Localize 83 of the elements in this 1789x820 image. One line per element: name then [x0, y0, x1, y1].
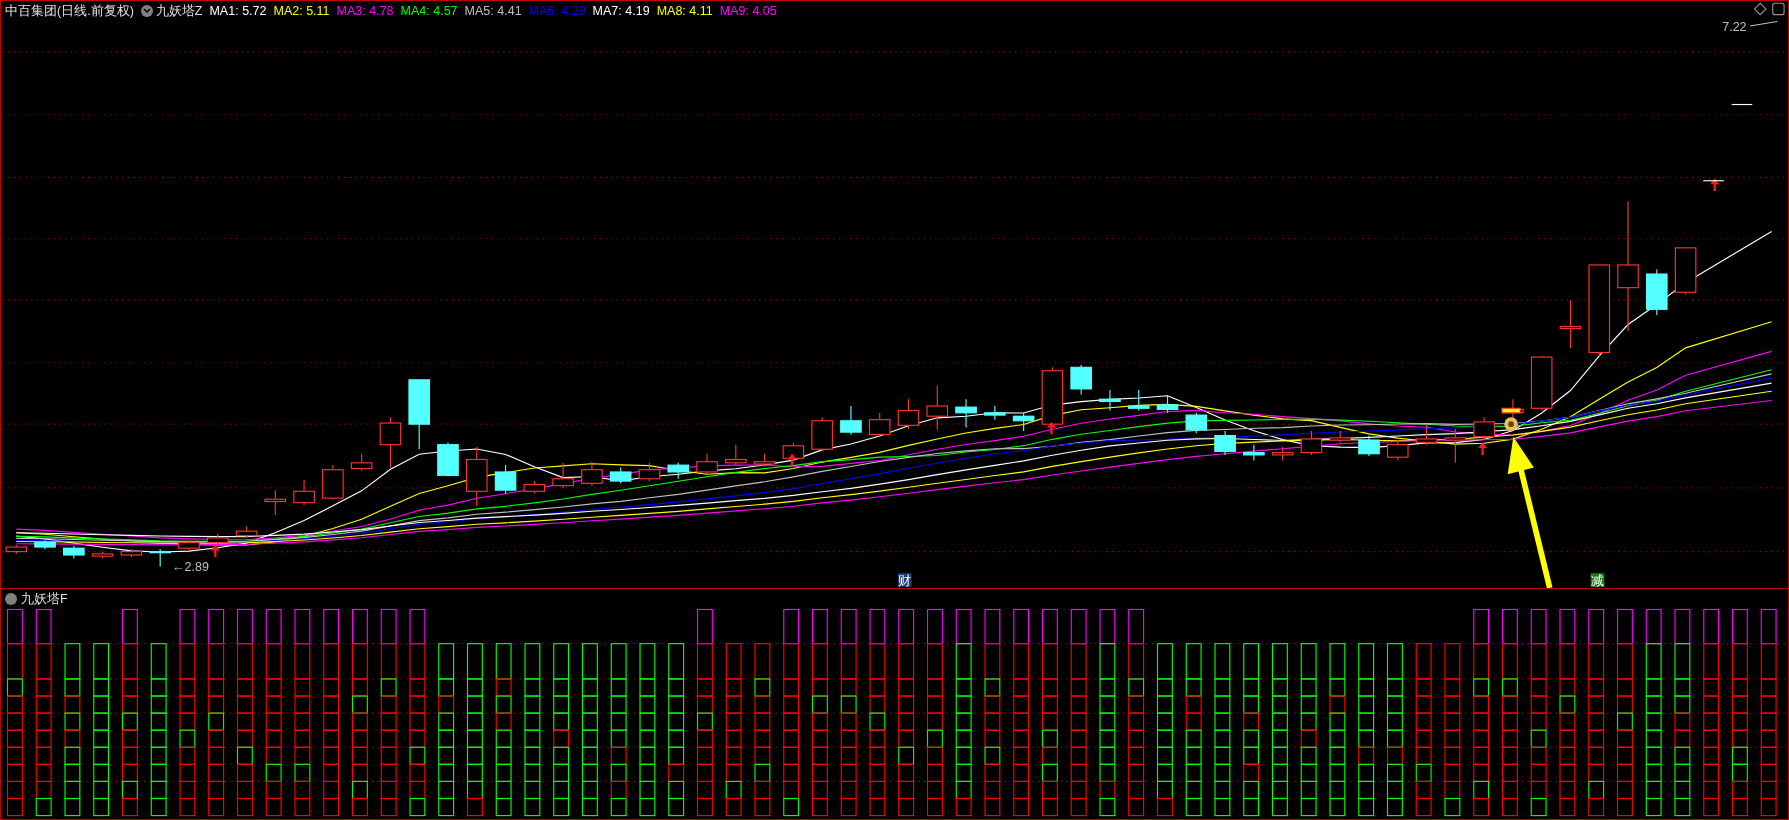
security-title: 中百集团(日线.前复权): [5, 3, 134, 20]
candlestick: [1386, 439, 1409, 462]
candlestick: [494, 464, 517, 495]
candlestick: [293, 479, 315, 506]
candlestick: [5, 544, 28, 555]
indicator-title: 九妖塔F: [21, 591, 68, 608]
candlestick: [1070, 364, 1092, 396]
diamond-icon: [1753, 2, 1767, 16]
money-bag-icon: [1501, 407, 1521, 431]
candlestick: [868, 412, 891, 438]
signal-tag: 财: [897, 573, 912, 588]
moving-average-reading: MA7: 4.19: [592, 3, 650, 20]
candlestick: [1127, 389, 1150, 412]
candlestick: [926, 384, 949, 431]
candlestick: [1156, 395, 1179, 414]
candlestick: [1300, 430, 1323, 456]
candlestick: [1473, 416, 1495, 440]
candlestick: [1214, 430, 1236, 456]
candlestick: [1041, 366, 1064, 428]
candlestick: [178, 539, 200, 552]
candlestick: [350, 453, 373, 472]
candlestick: [322, 464, 344, 500]
price-label: 7.22: [1722, 19, 1747, 34]
candlestick: [696, 453, 718, 475]
candlestick: [840, 405, 862, 435]
candlestick: [1012, 412, 1035, 432]
candlestick: [552, 462, 574, 489]
candlestick: [91, 551, 114, 559]
candlestick: [609, 466, 632, 484]
candlestick: [1329, 430, 1351, 443]
collapse-icon[interactable]: [140, 5, 153, 18]
candlestick: [897, 398, 920, 430]
panel-toggle-icon: [1772, 2, 1785, 16]
candlestick: [955, 398, 977, 429]
signal-tag: 减: [1590, 573, 1605, 588]
candlestick: [667, 462, 690, 480]
leader-line: [1749, 20, 1778, 27]
candlestick: [264, 489, 287, 516]
up-arrow-icon: [1478, 442, 1488, 455]
candlestick: [120, 548, 143, 558]
up-arrow-icon: [1710, 178, 1720, 191]
candlestick: [63, 545, 85, 559]
candlestick: [1185, 412, 1208, 434]
moving-average-reading: MA3: 4.78: [336, 3, 394, 20]
indicator-name: 九妖塔Z: [155, 3, 203, 20]
candlestick: [1243, 444, 1265, 462]
up-arrow-icon: [210, 544, 220, 558]
candlestick: [1530, 355, 1553, 412]
candlestick: [437, 441, 459, 478]
candlestick: [34, 539, 56, 550]
moving-average-reading: MA6: 4.29: [528, 3, 586, 20]
candlestick: [1559, 299, 1582, 349]
up-arrow-icon: [1046, 421, 1057, 435]
candlestick: [408, 379, 430, 450]
candlestick: [782, 441, 805, 462]
candlestick: [149, 548, 171, 567]
moving-average-reading: MA4: 4.57: [400, 3, 458, 20]
candlestick: [235, 526, 258, 539]
price-label: ←2.89: [172, 559, 209, 574]
moving-average-reading: MA9: 4.05: [719, 3, 777, 20]
candlestick: [523, 480, 546, 495]
candlestick: [1646, 268, 1668, 316]
candlestick: [1415, 423, 1438, 446]
candlestick: [984, 405, 1006, 421]
candlestick: [811, 416, 833, 453]
moving-average-reading: MA5: 4.41: [464, 3, 522, 20]
candlestick: [1271, 446, 1294, 462]
up-arrow-icon: [787, 453, 797, 467]
candlestick: [638, 462, 661, 482]
candlestick: [1099, 389, 1121, 412]
candlestick: [1674, 247, 1697, 296]
moving-average-reading: MA2: 5.11: [273, 3, 330, 20]
candlestick: [379, 416, 402, 468]
candlestick: [1444, 428, 1467, 464]
candlestick: [1358, 435, 1380, 457]
moving-average-reading: MA1: 5.72: [209, 3, 267, 20]
moving-average-reading: MA8: 4.11: [656, 3, 713, 20]
candlestick: [465, 446, 488, 507]
candlestick: [753, 453, 776, 467]
collapse-icon[interactable]: [5, 593, 17, 606]
candlestick: [581, 461, 603, 487]
candlestick: [725, 444, 747, 466]
candlestick: [206, 532, 229, 546]
